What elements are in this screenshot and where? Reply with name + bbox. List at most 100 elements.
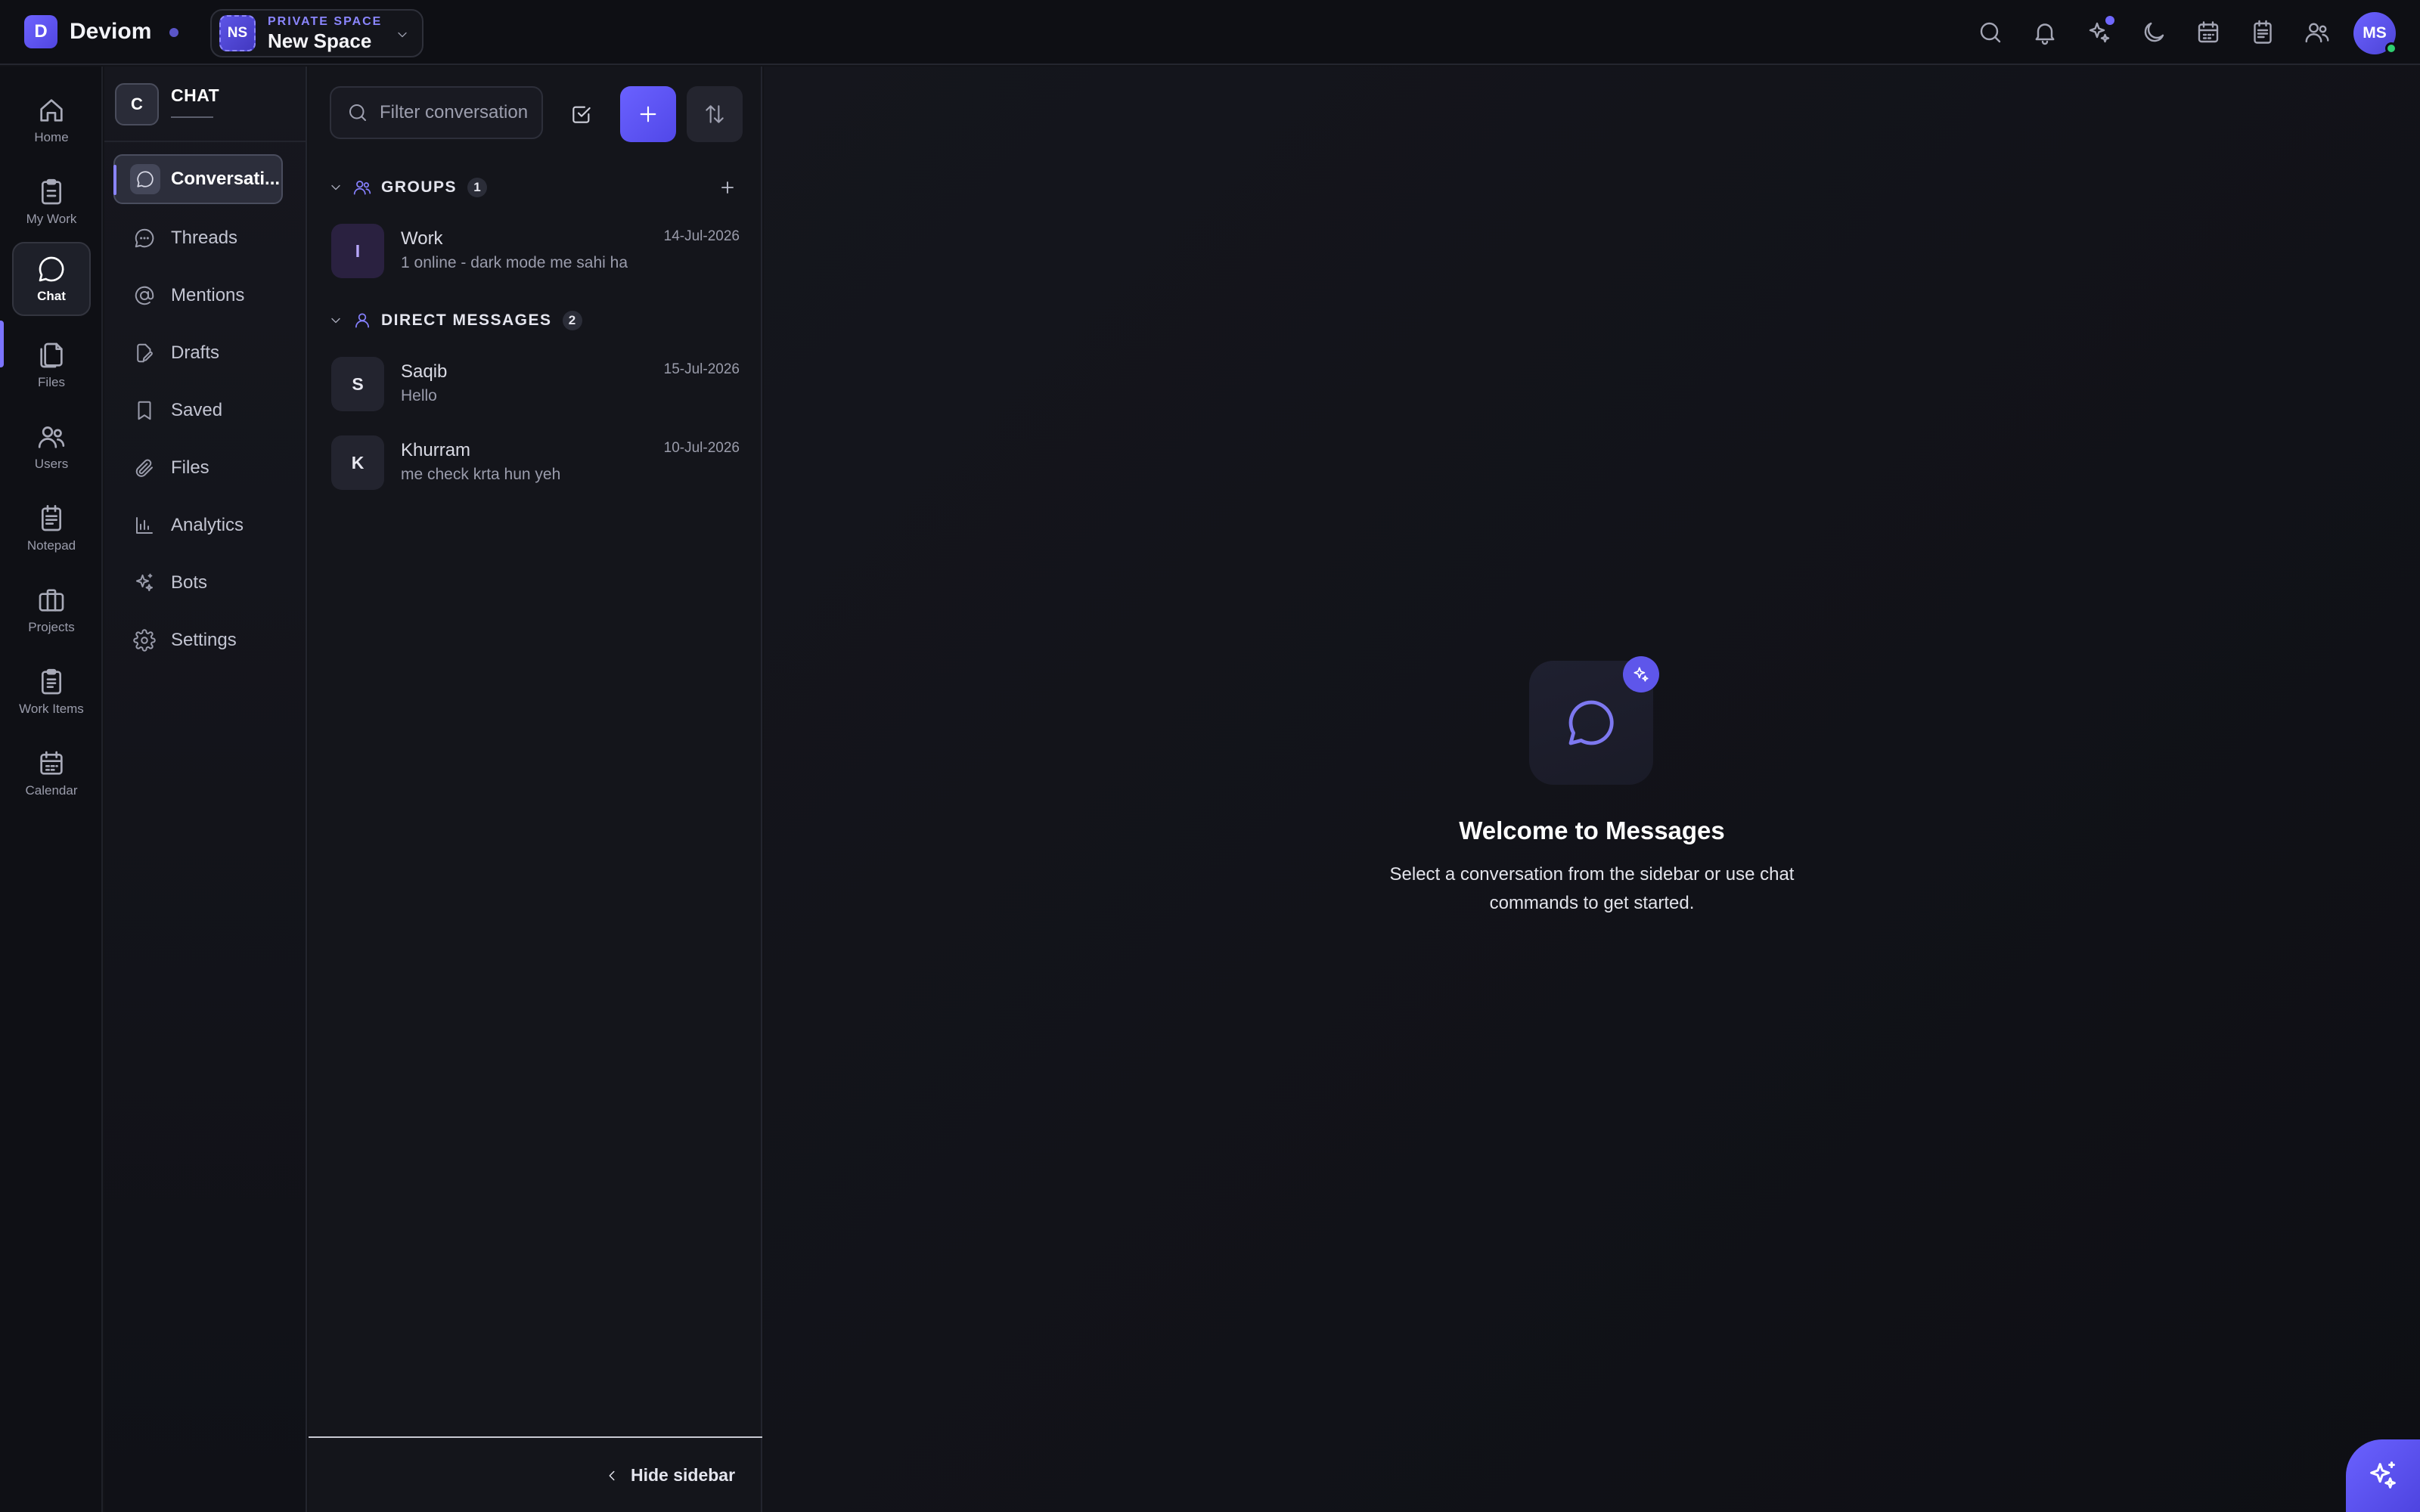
search-icon[interactable]	[1977, 19, 2004, 46]
calendar-icon[interactable]	[2195, 19, 2222, 46]
subnav-title: CHAT	[171, 85, 220, 105]
hide-sidebar-label: Hide sidebar	[631, 1465, 736, 1485]
subnav-label: Drafts	[171, 342, 220, 363]
brand[interactable]: D Deviom	[24, 15, 151, 48]
draft-icon	[133, 342, 156, 364]
subnav-label: Threads	[171, 228, 238, 248]
hide-sidebar-button[interactable]: Hide sidebar	[603, 1465, 735, 1486]
conversation-item-saqib[interactable]: S Saqib Hello 15-Jul-2026	[331, 357, 740, 414]
top-bar: D Deviom NS PRIVATE SPACE New Space MS	[0, 0, 2420, 65]
space-avatar: NS	[219, 15, 256, 51]
sparkle-icon[interactable]	[2086, 16, 2114, 46]
count-badge: 2	[562, 311, 582, 330]
subnav-item-bots[interactable]: Bots	[113, 558, 283, 608]
bookmark-icon	[133, 399, 156, 422]
conversation-item-khurram[interactable]: K Khurram me check krta hun yeh 10-Jul-2…	[331, 435, 740, 493]
subnav-item-drafts[interactable]: Drafts	[113, 328, 283, 378]
chat-icon	[36, 254, 67, 284]
home-icon	[36, 95, 67, 125]
conversation-name: Saqib	[401, 361, 448, 382]
conversation-avatar: S	[331, 357, 384, 411]
subnav-item-settings[interactable]: Settings	[113, 615, 283, 665]
conversation-item-work[interactable]: I Work 1 online - dark mode me sahi ha 1…	[331, 224, 740, 281]
bell-icon[interactable]	[2031, 19, 2059, 46]
rail-label: My Work	[26, 212, 77, 226]
subnav-label: Saved	[171, 400, 223, 420]
subnav-label: Files	[171, 457, 209, 478]
checkbox-icon	[569, 102, 594, 126]
subnav-item-saved[interactable]: Saved	[113, 386, 283, 435]
notepad-icon[interactable]	[2249, 19, 2276, 46]
rail-item-home[interactable]: Home	[12, 83, 91, 157]
hide-sidebar-bar: Hide sidebar	[309, 1436, 762, 1512]
chat-subnav: C CHAT Conversati... Threads Mentions Dr…	[104, 67, 307, 1512]
sparkle-icon	[1623, 656, 1659, 692]
app-rail: Home My Work Chat Files Users Notepad Pr…	[0, 67, 103, 1512]
user-icon	[352, 311, 372, 330]
count-badge: 1	[467, 178, 488, 197]
conversation-name: Work	[401, 228, 443, 249]
conversation-date: 14-Jul-2026	[663, 228, 740, 244]
rail-label: Chat	[37, 289, 66, 303]
files-icon	[36, 340, 67, 370]
user-avatar[interactable]: MS	[2353, 12, 2397, 54]
subnav-badge: C	[115, 83, 159, 125]
sort-button[interactable]	[687, 86, 743, 142]
rail-item-calendar[interactable]: Calendar	[12, 736, 91, 810]
conversation-list: GROUPS 1 I Work 1 online - dark mode me …	[309, 67, 762, 1512]
select-mode-button[interactable]	[554, 86, 610, 142]
subnav-header: C CHAT	[115, 83, 219, 125]
title-underline	[171, 116, 213, 118]
rail-label: Calendar	[25, 783, 78, 798]
rail-item-projects[interactable]: Projects	[12, 573, 91, 647]
paperclip-icon	[133, 457, 156, 479]
subnav-label: Settings	[171, 630, 237, 650]
conversation-avatar: K	[331, 435, 384, 490]
chevron-down-icon	[395, 27, 410, 42]
briefcase-icon	[36, 585, 67, 615]
rail-item-users[interactable]: Users	[12, 410, 91, 484]
conversation-preview: Hello	[401, 387, 437, 404]
threads-icon	[133, 227, 156, 249]
status-dot	[169, 28, 178, 37]
rail-label: Users	[34, 457, 69, 471]
new-conversation-button[interactable]	[620, 86, 676, 142]
section-label: GROUPS	[381, 178, 458, 196]
subnav-label: Analytics	[171, 515, 244, 535]
subnav-label: Mentions	[171, 285, 245, 305]
subnav-label: Bots	[171, 572, 208, 593]
ai-assistant-button[interactable]	[2346, 1439, 2420, 1512]
subnav-item-mentions[interactable]: Mentions	[113, 271, 283, 321]
direct-messages-section-toggle[interactable]: DIRECT MESSAGES 2	[328, 305, 582, 336]
space-switcher[interactable]: NS PRIVATE SPACE New Space	[210, 9, 424, 57]
moon-icon[interactable]	[2140, 19, 2167, 46]
subnav-item-files[interactable]: Files	[113, 443, 283, 493]
chevron-left-icon	[603, 1467, 620, 1484]
clipboard-list-icon	[36, 667, 67, 697]
rail-label: Home	[34, 130, 69, 144]
filter-input[interactable]	[380, 102, 538, 123]
divider	[104, 141, 306, 142]
subnav-item-threads[interactable]: Threads	[113, 213, 283, 263]
brand-name: Deviom	[70, 19, 152, 44]
section-label: DIRECT MESSAGES	[381, 311, 552, 329]
sparkle-icon	[133, 572, 156, 594]
chevron-down-icon	[328, 180, 343, 195]
rail-item-notepad[interactable]: Notepad	[12, 491, 91, 565]
welcome-title: Welcome to Messages	[1459, 816, 1725, 844]
rail-item-files[interactable]: Files	[12, 328, 91, 402]
welcome-text: Select a conversation from the sidebar o…	[1389, 864, 1795, 913]
add-group-button[interactable]	[717, 177, 738, 198]
rail-item-chat[interactable]: Chat	[12, 242, 91, 316]
rail-item-my-work[interactable]: My Work	[12, 165, 91, 239]
subnav-label: Conversati...	[171, 169, 281, 189]
plus-icon	[636, 102, 660, 126]
filter-search[interactable]	[330, 86, 543, 139]
subnav-item-conversations[interactable]: Conversati...	[113, 154, 283, 204]
users-icon[interactable]	[2304, 19, 2331, 46]
conversation-preview: me check krta hun yeh	[401, 466, 561, 483]
rail-item-work-items[interactable]: Work Items	[12, 655, 91, 729]
subnav-item-analytics[interactable]: Analytics	[113, 500, 283, 550]
rail-label: Files	[38, 375, 65, 389]
groups-section-toggle[interactable]: GROUPS 1	[328, 172, 488, 203]
